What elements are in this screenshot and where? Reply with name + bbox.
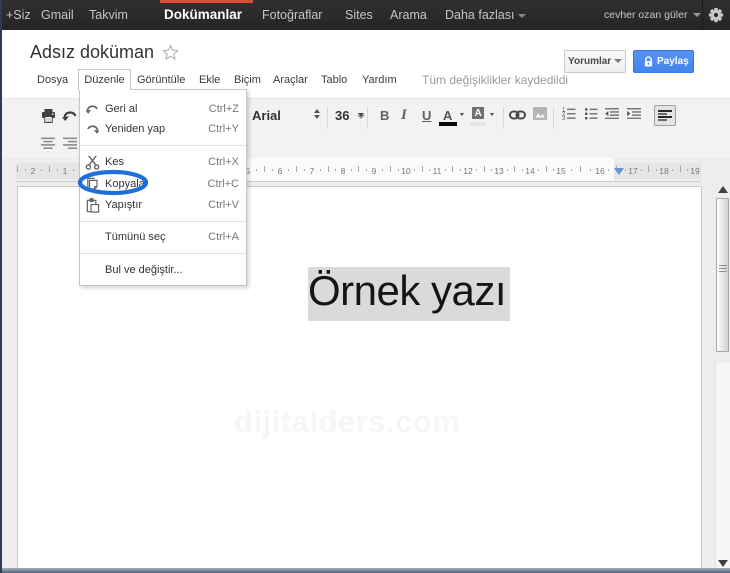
svg-text:3: 3 — [562, 115, 566, 120]
